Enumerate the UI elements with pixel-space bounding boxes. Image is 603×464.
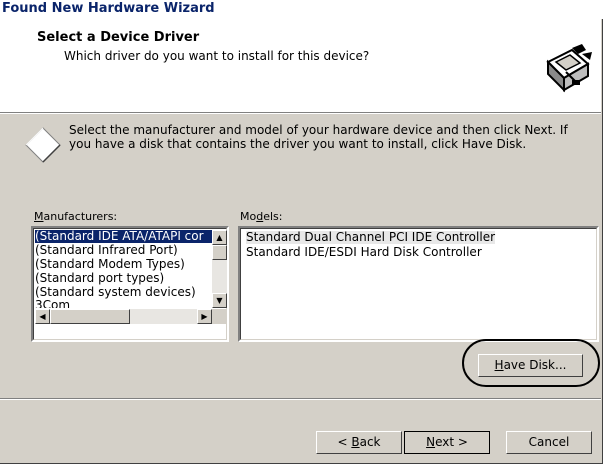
- list-item[interactable]: Standard Dual Channel PCI IDE Controller: [246, 231, 496, 244]
- list-item[interactable]: (Standard port types): [35, 272, 164, 285]
- manufacturers-label: Manufacturers:: [34, 210, 118, 223]
- title-bar[interactable]: Found New Hardware Wizard: [0, 0, 603, 19]
- list-item[interactable]: (Standard Infrared Port): [35, 244, 178, 257]
- window-title: Found New Hardware Wizard: [2, 1, 215, 16]
- list-item[interactable]: (Standard IDE ATA/ATAPI cor: [35, 230, 212, 243]
- models-label: Models:: [240, 210, 283, 223]
- scroll-down-icon[interactable]: ▼: [212, 293, 227, 308]
- models-list[interactable]: Standard Dual Channel PCI IDE Controller…: [238, 226, 599, 342]
- list-item[interactable]: Standard IDE/ESDI Hard Disk Controller: [246, 246, 482, 259]
- info-diamond-icon: [25, 127, 61, 163]
- cancel-button[interactable]: Cancel: [506, 431, 592, 454]
- instruction-text: Select the manufacturer and model of you…: [69, 123, 568, 151]
- manufacturers-list[interactable]: (Standard IDE ATA/ATAPI cor (Standard In…: [31, 226, 229, 342]
- footer-separator: [0, 398, 601, 400]
- next-button[interactable]: Next >: [404, 431, 490, 454]
- horizontal-scroll-thumb[interactable]: [50, 309, 130, 324]
- page-subtitle: Which driver do you want to install for …: [64, 49, 370, 63]
- list-item[interactable]: (Standard system devices): [35, 286, 196, 299]
- scroll-corner: [212, 309, 227, 324]
- page-title: Select a Device Driver: [37, 30, 200, 45]
- scroll-left-icon[interactable]: ◀: [35, 309, 50, 324]
- back-button[interactable]: < Back: [316, 431, 402, 454]
- list-item[interactable]: 3Com: [35, 300, 70, 308]
- vertical-scroll-thumb[interactable]: [212, 245, 227, 260]
- wizard-window: Found New Hardware Wizard Select a Devic…: [0, 0, 603, 464]
- highlight-circle: [462, 339, 600, 387]
- hardware-wizard-icon: [543, 43, 593, 95]
- scroll-up-icon[interactable]: ▲: [212, 230, 227, 245]
- list-item[interactable]: (Standard Modem Types): [35, 258, 185, 271]
- scroll-right-icon[interactable]: ▶: [197, 309, 212, 324]
